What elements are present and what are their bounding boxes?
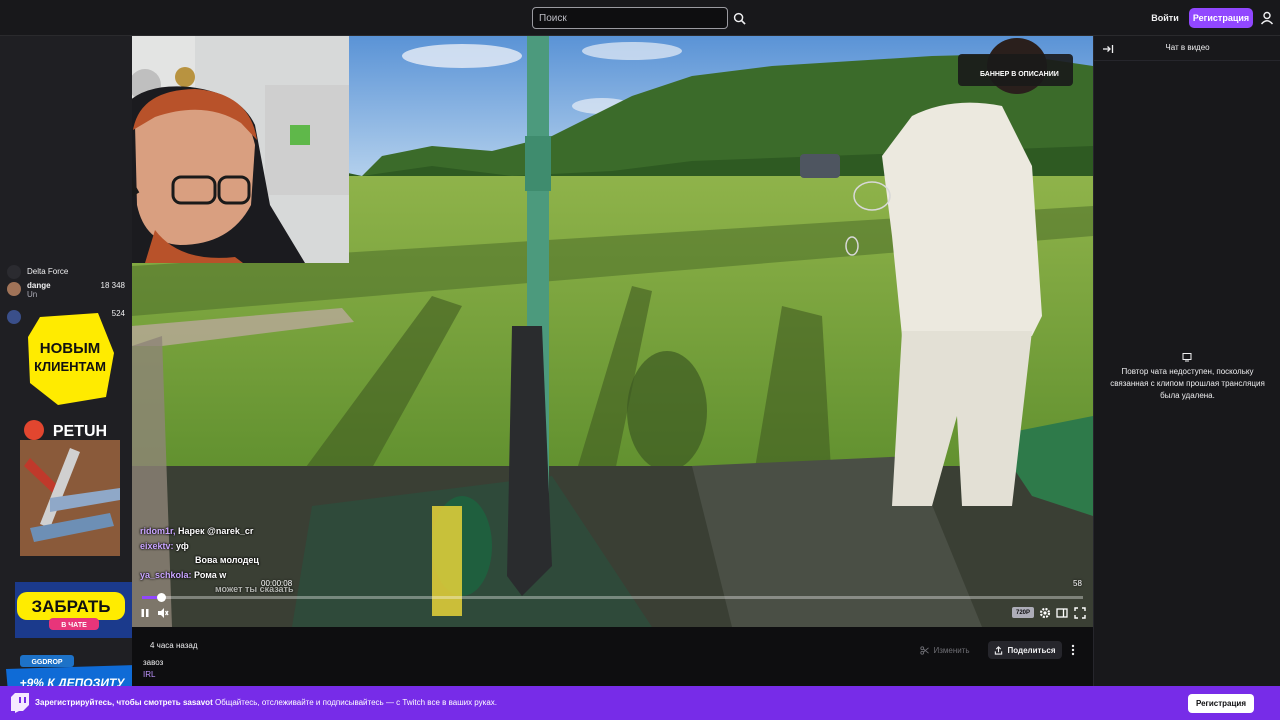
chat-divider <box>1094 60 1280 61</box>
banner-text-regular: Общайтесь, отслеживайте и подписывайтесь… <box>214 698 498 707</box>
theatre-mode-button[interactable] <box>1055 606 1069 620</box>
posted-time: 4 часа назад <box>150 641 198 650</box>
twitch-logo <box>9 693 31 713</box>
ad-ggdrop-graphic: GGDROP +9% К ДЕПОЗИТУ И БАРАБАН <box>6 653 132 686</box>
overlay-username: ya_schkola: <box>140 569 192 580</box>
ad-take-sublabel: В ЧАТЕ <box>61 622 87 629</box>
ad-petuh[interactable]: PETUH <box>10 418 122 558</box>
chat-title: Чат в видео <box>1165 43 1210 52</box>
seek-bar-thumb[interactable] <box>156 593 166 602</box>
share-button-label: Поделиться <box>1007 645 1056 655</box>
overlay-message: ya_schkola: Рома w <box>140 568 340 583</box>
pause-icon <box>141 609 149 617</box>
fullscreen-icon <box>1074 607 1086 619</box>
twitch-page: БАННЕР В ОПИСАНИИ Поиск Войти Регистраци… <box>0 0 1280 720</box>
chat-unavailable-icon <box>1182 349 1192 362</box>
volume-icon <box>158 608 169 618</box>
search-button[interactable] <box>729 7 749 29</box>
overlay-message: ridom1r, Нарек @narek_cr <box>140 524 340 539</box>
ad-petuh-label: PETUH <box>53 423 107 440</box>
gear-icon <box>1039 607 1051 619</box>
current-time: 00:00:08 <box>261 579 293 588</box>
overlay-text: Нарек @narek_cr <box>178 526 254 536</box>
search-input[interactable] <box>532 7 728 29</box>
ad-petuh-graphic: PETUH <box>10 418 122 558</box>
svg-text:НОВЫМ: НОВЫМ <box>40 340 101 357</box>
user-icon <box>1260 11 1274 25</box>
channel-name: Delta Force <box>27 267 69 276</box>
ad-take-in-chat[interactable]: ЗАБРАТЬ В ЧАТЕ <box>15 582 132 638</box>
channel-avatar <box>7 282 21 296</box>
overlay-message: Вова молодец <box>140 553 340 568</box>
end-time: 58 <box>1073 579 1082 588</box>
search-icon <box>733 12 746 25</box>
banner-text-bold: Зарегистрируйтесь, чтобы смотреть sasavo… <box>35 698 213 707</box>
chat-panel: Чат в видео Повтор чата недоступен, поск… <box>1093 36 1280 686</box>
signup-banner: Зарегистрируйтесь, чтобы смотреть sasavo… <box>0 686 1280 720</box>
ad-take-label: ЗАБРАТЬ <box>31 597 110 616</box>
channel-name: dange <box>27 281 51 290</box>
channel-avatar <box>7 310 21 324</box>
svg-text:+9% К ДЕПОЗИТУ: +9% К ДЕПОЗИТУ <box>20 676 126 686</box>
overlay-text: уф <box>176 540 189 551</box>
stream-badge-text: БАННЕР В ОПИСАНИИ <box>980 71 1059 78</box>
ad-new-clients-graphic: НОВЫМ КЛИЕНТАМ <box>28 313 114 405</box>
share-button[interactable]: Поделиться <box>988 641 1062 659</box>
channel-game: Un <box>27 290 38 299</box>
video-info: 4 часа назад завоз IRL Изменить Поделить… <box>132 627 1093 686</box>
settings-button[interactable] <box>1038 606 1052 620</box>
overlay-text: Вова молодец <box>195 555 259 565</box>
banner-signup-button[interactable]: Регистрация <box>1188 694 1254 713</box>
sidebar-channel[interactable]: dange Un 18 348 <box>0 279 132 299</box>
ad-ggdrop-brand: GGDROP <box>31 659 62 666</box>
edit-button[interactable]: Изменить <box>914 641 976 659</box>
twitch-glitch-icon <box>11 693 29 713</box>
pause-button[interactable] <box>138 606 152 620</box>
share-icon <box>995 645 1003 655</box>
stream-chat-overlay: ridom1r, Нарек @narek_cr eixektv: уф Вов… <box>140 524 340 597</box>
channel-avatar <box>7 265 21 279</box>
edit-button-label: Изменить <box>933 645 970 655</box>
chat-bubble-icon <box>1182 353 1192 362</box>
top-navigation: Войти Регистрация <box>0 0 1280 36</box>
overlay-username: ridom1r, <box>140 526 176 536</box>
quality-badge[interactable]: 720P <box>1012 607 1034 618</box>
video-title: завоз <box>143 658 164 667</box>
overlay-text: Рома w <box>194 569 227 580</box>
scissors-icon <box>920 645 930 655</box>
svg-text:КЛИЕНТАМ: КЛИЕНТАМ <box>34 359 106 374</box>
seek-bar[interactable] <box>142 593 1083 602</box>
ad-new-clients[interactable]: НОВЫМ КЛИЕНТАМ <box>28 313 114 405</box>
overlay-message: eixektv: уф <box>140 539 340 554</box>
chat-unavailable-message: Повтор чата недоступен, поскольку связан… <box>1110 367 1265 400</box>
channel-viewers: 18 348 <box>100 281 125 290</box>
user-menu-button[interactable] <box>1260 11 1274 25</box>
overlay-username: eixektv: <box>140 540 174 551</box>
signup-button[interactable]: Регистрация <box>1189 8 1253 28</box>
volume-button[interactable] <box>156 606 170 620</box>
theatre-mode-icon <box>1056 608 1068 618</box>
left-sidebar: Delta Force dange Un 18 348 524 НОВЫМ КЛ… <box>0 36 132 686</box>
banner-text: Зарегистрируйтесь, чтобы смотреть sasavo… <box>35 698 497 707</box>
more-options-button[interactable] <box>1066 641 1080 659</box>
login-button[interactable]: Войти <box>1147 8 1183 28</box>
category-tag[interactable]: IRL <box>143 670 155 679</box>
player-controls: 00:00:08 58 720P <box>132 579 1093 627</box>
ad-ggdrop[interactable]: GGDROP +9% К ДЕПОЗИТУ И БАРАБАН <box>6 653 132 686</box>
ad-take-in-chat-graphic: ЗАБРАТЬ В ЧАТЕ <box>15 582 132 638</box>
more-vertical-icon <box>1071 644 1075 656</box>
fullscreen-button[interactable] <box>1073 606 1087 620</box>
